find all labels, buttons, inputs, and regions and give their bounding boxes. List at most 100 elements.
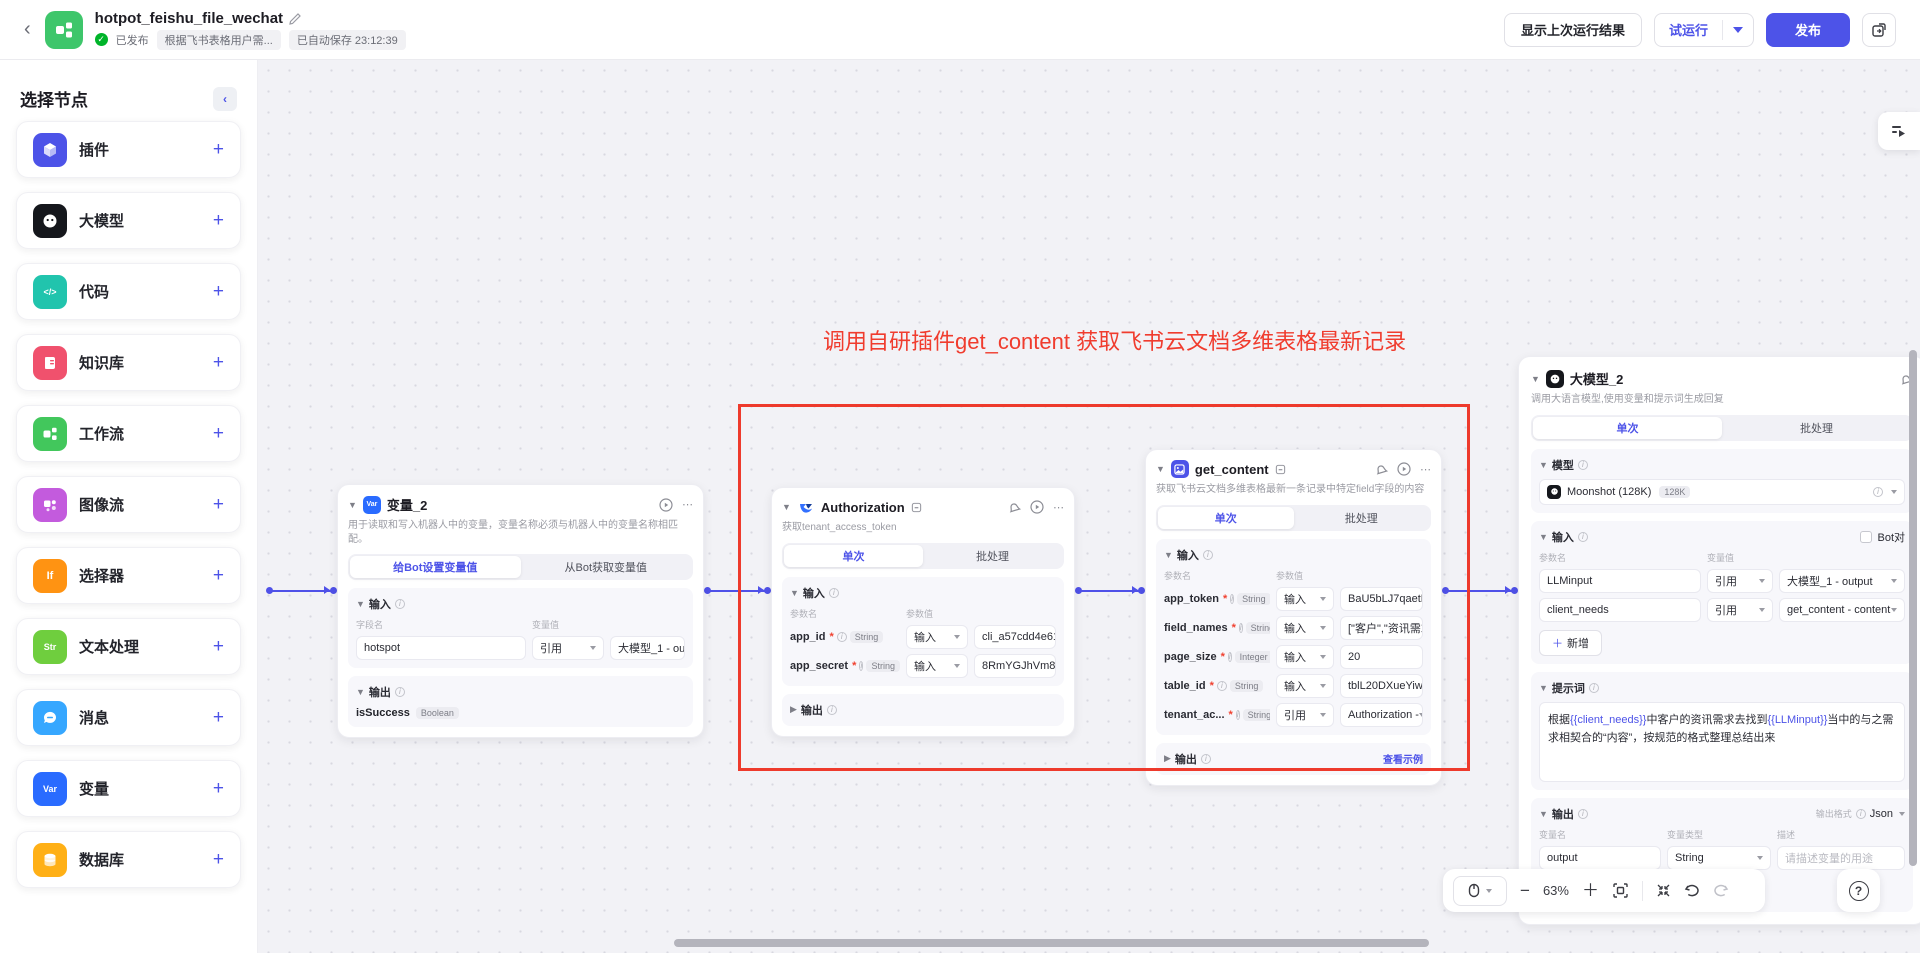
node-palette-sidebar: 选择节点 ‹ 插件 + 大模型 + </> 代码 + 知识库 + 工作流 + 图…	[0, 60, 258, 953]
add-param-button[interactable]: ＋新增	[1539, 629, 1602, 656]
add-variable-button[interactable]: +	[213, 778, 224, 800]
chevron-down-icon[interactable]: ▼	[356, 599, 365, 609]
sidebar-item-condition[interactable]: If 选择器 +	[16, 547, 241, 604]
add-message-button[interactable]: +	[213, 707, 224, 729]
add-database-button[interactable]: +	[213, 849, 224, 871]
tab-single[interactable]: 单次	[1533, 416, 1722, 439]
add-code-button[interactable]: +	[213, 281, 224, 303]
node-variable-2[interactable]: ▼ Var 变量_2 ⋯ 用于读取和写入机器人中的变量，变量名称必须与机器人中的…	[337, 484, 704, 738]
add-textprocess-button[interactable]: +	[213, 636, 224, 658]
model-select[interactable]: Moonshot (128K) 128K i	[1539, 478, 1905, 505]
param-mode-select[interactable]: 引用	[1707, 568, 1773, 593]
value-mode-select[interactable]: 引用	[532, 636, 604, 660]
add-plugin-button[interactable]: +	[213, 139, 224, 161]
param-ref-select[interactable]: get_content - content	[1779, 597, 1905, 622]
output-format-select[interactable]: Json	[1870, 808, 1893, 820]
show-last-run-button[interactable]: 显示上次运行结果	[1503, 12, 1642, 47]
zoom-level[interactable]: 63%	[1543, 883, 1569, 898]
param-name-input[interactable]: client_needs	[1539, 597, 1701, 622]
edit-title-icon[interactable]	[289, 12, 302, 25]
vertical-scrollbar[interactable]	[1909, 350, 1917, 866]
sidebar-collapse-button[interactable]: ‹	[213, 86, 237, 111]
output-var-type-select[interactable]: String	[1667, 845, 1771, 870]
test-run-dropdown[interactable]	[1723, 26, 1753, 33]
mouse-icon	[1468, 883, 1480, 898]
collapse-node-icon[interactable]: ▼	[348, 500, 357, 510]
column-header: 变量名	[1539, 829, 1567, 840]
var-icon: Var	[33, 771, 67, 806]
info-icon: i	[1588, 682, 1599, 693]
chevron-down-icon[interactable]: ▼	[1539, 532, 1548, 542]
field-name-input[interactable]: hotspot	[356, 636, 526, 660]
add-knowledge-button[interactable]: +	[213, 352, 224, 374]
prompt-variable: {{client_needs}}	[1570, 713, 1647, 726]
column-header: 描述	[1777, 829, 1796, 840]
output-var-name-input[interactable]: output	[1539, 845, 1661, 870]
output-var-desc-input[interactable]: 请描述变量的用途	[1777, 845, 1905, 870]
node-title: 大模型_2	[1569, 372, 1624, 387]
add-imageflow-button[interactable]: +	[213, 494, 224, 516]
code-icon: </>	[33, 274, 67, 309]
plugin-icon	[33, 132, 67, 167]
redo-icon[interactable]	[1713, 883, 1729, 898]
sidebar-item-workflow[interactable]: 工作流 +	[16, 405, 241, 462]
node-llm-2[interactable]: ▼ 大模型_2 调用大语言模型,使用变量和提示词生成回复 单次 批处理 ▼ 模型…	[1518, 356, 1920, 925]
sidebar-item-plugin[interactable]: 插件 +	[16, 121, 241, 178]
sidebar-item-imageflow[interactable]: 图像流 +	[16, 476, 241, 533]
param-name-input[interactable]: LLMinput	[1539, 568, 1701, 593]
horizontal-scrollbar[interactable]	[674, 939, 1429, 947]
run-node-icon[interactable]	[659, 497, 673, 512]
add-condition-button[interactable]: +	[213, 565, 224, 587]
run-results-panel-button[interactable]	[1878, 112, 1920, 150]
param-mode-select[interactable]: 引用	[1707, 597, 1773, 622]
bot-history-checkbox[interactable]	[1860, 530, 1873, 543]
prompt-textarea[interactable]: 根据{{client_needs}}中客户的资讯需求去找到{{LLMinput}…	[1539, 701, 1905, 782]
bot-history-label: Bot对	[1877, 531, 1905, 544]
sidebar-item-knowledge[interactable]: 知识库 +	[16, 334, 241, 391]
tab-batch[interactable]: 批处理	[1722, 417, 1911, 439]
output-section-title: 输出	[368, 687, 391, 699]
chevron-down-icon	[1486, 888, 1492, 893]
tab-get-bot-variable[interactable]: 从Bot获取变量值	[521, 556, 692, 578]
sidebar-item-code[interactable]: </> 代码 +	[16, 263, 241, 320]
help-button[interactable]: ?	[1837, 869, 1880, 912]
node-menu-icon[interactable]: ⋯	[682, 498, 693, 511]
chevron-down-icon[interactable]: ▼	[1539, 460, 1548, 470]
sidebar-item-textprocess[interactable]: Str 文本处理 +	[16, 618, 241, 675]
undo-icon[interactable]	[1684, 883, 1700, 898]
input-section: ▼ 输入 i 字段名 变量值 hotspot 引用 大模型_1 - output	[348, 588, 693, 668]
sidebar-item-message[interactable]: 消息 +	[16, 689, 241, 746]
chevron-down-icon	[590, 646, 596, 650]
tab-set-bot-variable[interactable]: 给Bot设置变量值	[350, 556, 521, 578]
publish-button[interactable]: 发布	[1765, 12, 1850, 47]
node-title: 变量_2	[386, 498, 428, 513]
prompt-section-title: 提示词	[1551, 682, 1585, 695]
chevron-down-icon[interactable]: ▼	[1539, 683, 1548, 693]
back-button[interactable]: ‹	[24, 18, 31, 41]
add-llm-button[interactable]: +	[213, 210, 224, 232]
list-play-icon	[1892, 126, 1905, 137]
test-run-label[interactable]: 试运行	[1655, 20, 1722, 39]
knowledge-icon	[33, 345, 67, 380]
collapse-node-icon[interactable]: ▼	[1531, 374, 1540, 384]
chevron-down-icon[interactable]: ▼	[1539, 809, 1548, 819]
autosave-status: 已自动保存 23:12:39	[288, 29, 406, 50]
sidebar-item-llm[interactable]: 大模型 +	[16, 192, 241, 249]
sidebar-item-variable[interactable]: Var 变量 +	[16, 760, 241, 817]
output-section-title: 输出	[1551, 808, 1574, 821]
publish-history-button[interactable]	[1862, 12, 1896, 47]
add-workflow-button[interactable]: +	[213, 423, 224, 445]
prompt-section: ▼ 提示词 i 根据{{client_needs}}中客户的资讯需求去找到{{L…	[1531, 671, 1913, 790]
chevron-down-icon	[1732, 26, 1743, 33]
zoom-out-button[interactable]: −	[1520, 882, 1530, 899]
param-ref-select[interactable]: 大模型_1 - output	[1779, 568, 1905, 593]
cursor-mode-select[interactable]	[1453, 875, 1507, 906]
collapse-all-icon[interactable]	[1656, 883, 1671, 898]
canvas-zoom-toolbar: − 63% ＋	[1443, 869, 1765, 912]
test-run-button[interactable]: 试运行	[1653, 12, 1754, 47]
value-ref-select[interactable]: 大模型_1 - output	[610, 636, 685, 660]
fit-view-icon[interactable]	[1612, 882, 1629, 899]
zoom-in-button[interactable]: ＋	[1582, 882, 1599, 899]
chevron-down-icon[interactable]: ▼	[356, 687, 365, 697]
sidebar-item-database[interactable]: 数据库 +	[16, 831, 241, 888]
